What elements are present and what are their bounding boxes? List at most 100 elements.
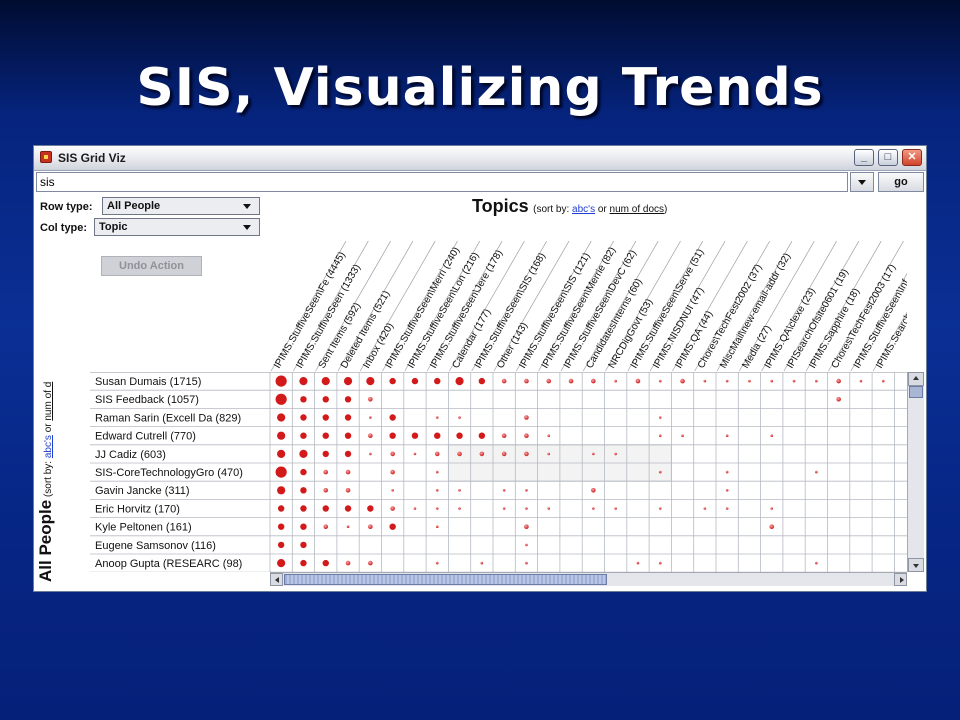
- grid-cell-dot[interactable]: [614, 452, 617, 456]
- grid-cell-dot[interactable]: [434, 432, 441, 439]
- grid-cell-dot[interactable]: [368, 560, 373, 566]
- grid-cell-dot[interactable]: [277, 505, 285, 512]
- grid-cell-dot[interactable]: [369, 452, 372, 456]
- grid-cell-dot[interactable]: [300, 505, 307, 512]
- row-label[interactable]: Anoop Gupta (RESEARC (98): [95, 558, 242, 570]
- grid-cell-dot[interactable]: [389, 377, 396, 385]
- horizontal-scrollbar[interactable]: [270, 572, 907, 586]
- grid-cell-dot[interactable]: [435, 416, 439, 419]
- grid-cell-dot[interactable]: [792, 379, 796, 383]
- grid-cell-dot[interactable]: [480, 561, 484, 565]
- grid-cell-dot[interactable]: [815, 379, 818, 383]
- grid-cell-dot[interactable]: [501, 378, 507, 384]
- grid-cell-dot[interactable]: [658, 507, 662, 510]
- grid-cell-dot[interactable]: [366, 377, 375, 386]
- grid-cell-dot[interactable]: [770, 379, 774, 383]
- grid-cell-dot[interactable]: [635, 378, 641, 384]
- grid-cell-dot[interactable]: [322, 505, 329, 512]
- grid-cell-dot[interactable]: [299, 449, 308, 458]
- grid-cell-dot[interactable]: [658, 470, 662, 474]
- grid-cell-dot[interactable]: [435, 470, 439, 474]
- grid-cell-dot[interactable]: [368, 433, 373, 439]
- grid-cell-dot[interactable]: [815, 470, 818, 474]
- vertical-scrollbar[interactable]: [907, 372, 924, 572]
- grid-cell-dot[interactable]: [524, 378, 529, 384]
- grid-cell-dot[interactable]: [502, 507, 506, 510]
- grid-cell-dot[interactable]: [435, 489, 439, 492]
- grid-cell-dot[interactable]: [277, 523, 285, 530]
- grid-cell-dot[interactable]: [524, 524, 529, 529]
- grid-cell-dot[interactable]: [343, 377, 353, 386]
- horizontal-scroll-thumb[interactable]: [284, 574, 607, 585]
- grid-cell-dot[interactable]: [321, 377, 330, 386]
- grid-cell-dot[interactable]: [770, 507, 774, 510]
- grid-cell-dot[interactable]: [479, 451, 485, 457]
- grid-cell-dot[interactable]: [367, 505, 374, 512]
- grid-cell-dot[interactable]: [390, 469, 395, 475]
- row-label[interactable]: SIS Feedback (1057): [95, 394, 199, 406]
- grid-cell-dot[interactable]: [525, 489, 528, 492]
- grid-cell-dot[interactable]: [591, 488, 596, 493]
- grid-cell-dot[interactable]: [725, 470, 729, 474]
- grid-cell-dot[interactable]: [524, 451, 529, 457]
- grid-cell-dot[interactable]: [881, 379, 885, 383]
- row-label[interactable]: JJ Cadiz (603): [95, 449, 166, 461]
- grid-cell-dot[interactable]: [458, 416, 461, 419]
- grid-cell-dot[interactable]: [277, 449, 286, 458]
- grid-cell-dot[interactable]: [547, 452, 551, 456]
- grid-cell-dot[interactable]: [568, 378, 574, 384]
- row-label[interactable]: Raman Sarin (Excell Da (829): [95, 412, 241, 424]
- grid-cell-dot[interactable]: [300, 559, 307, 567]
- grid-cell-dot[interactable]: [458, 507, 461, 510]
- grid-cell-dot[interactable]: [345, 469, 351, 475]
- grid-cell-dot[interactable]: [614, 507, 617, 510]
- grid-cell-dot[interactable]: [434, 451, 440, 457]
- grid-cell-dot[interactable]: [680, 378, 685, 384]
- grid-cell-dot[interactable]: [369, 416, 372, 419]
- grid-cell-dot[interactable]: [525, 543, 528, 547]
- grid-cell-dot[interactable]: [346, 525, 350, 528]
- grid-cell-dot[interactable]: [323, 524, 329, 529]
- row-label[interactable]: Kyle Peltonen (161): [95, 522, 192, 534]
- grid-cell-dot[interactable]: [275, 393, 287, 405]
- grid-cell-dot[interactable]: [300, 523, 307, 530]
- grid-cell-dot[interactable]: [458, 489, 461, 492]
- grid-cell-dot[interactable]: [322, 414, 329, 421]
- grid-cell-dot[interactable]: [836, 378, 841, 384]
- grid-cell-dot[interactable]: [591, 378, 596, 384]
- grid-cell-dot[interactable]: [455, 377, 464, 386]
- grid-cell-dot[interactable]: [525, 561, 528, 565]
- grid-cell-dot[interactable]: [300, 487, 307, 494]
- grid-cell-dot[interactable]: [322, 396, 329, 403]
- row-label[interactable]: Edward Cutrell (770): [95, 431, 196, 443]
- grid-cell-dot[interactable]: [389, 523, 396, 530]
- grid-cell-dot[interactable]: [478, 377, 486, 385]
- scroll-right-button[interactable]: [894, 573, 907, 586]
- grid-cell-dot[interactable]: [658, 416, 662, 419]
- grid-cell-dot[interactable]: [547, 434, 551, 438]
- grid-cell-dot[interactable]: [658, 561, 662, 565]
- grid-cell-dot[interactable]: [344, 505, 352, 512]
- row-label[interactable]: Susan Dumais (1715): [95, 376, 201, 388]
- scroll-left-button[interactable]: [270, 573, 283, 586]
- scroll-down-button[interactable]: [908, 558, 924, 572]
- grid-cell-dot[interactable]: [344, 396, 352, 403]
- grid-cell-dot[interactable]: [322, 432, 329, 439]
- grid-cell-dot[interactable]: [300, 541, 307, 549]
- grid-cell-dot[interactable]: [725, 379, 729, 383]
- grid-cell-dot[interactable]: [614, 379, 617, 383]
- grid-cell-dot[interactable]: [411, 377, 419, 385]
- grid-cell-dot[interactable]: [390, 451, 395, 457]
- grid-cell-dot[interactable]: [344, 450, 352, 458]
- grid-cell-dot[interactable]: [725, 489, 729, 492]
- grid-cell-dot[interactable]: [277, 413, 286, 422]
- grid-cell-dot[interactable]: [275, 375, 287, 387]
- grid-cell-dot[interactable]: [592, 507, 595, 510]
- grid-cell-dot[interactable]: [457, 451, 462, 457]
- row-label[interactable]: Eric Horvitz (170): [95, 503, 180, 515]
- grid-cell-dot[interactable]: [300, 468, 307, 476]
- grid-cell-dot[interactable]: [345, 560, 351, 566]
- grid-cell-dot[interactable]: [277, 541, 285, 549]
- grid-cell-dot[interactable]: [501, 433, 507, 439]
- grid-cell-dot[interactable]: [859, 379, 863, 383]
